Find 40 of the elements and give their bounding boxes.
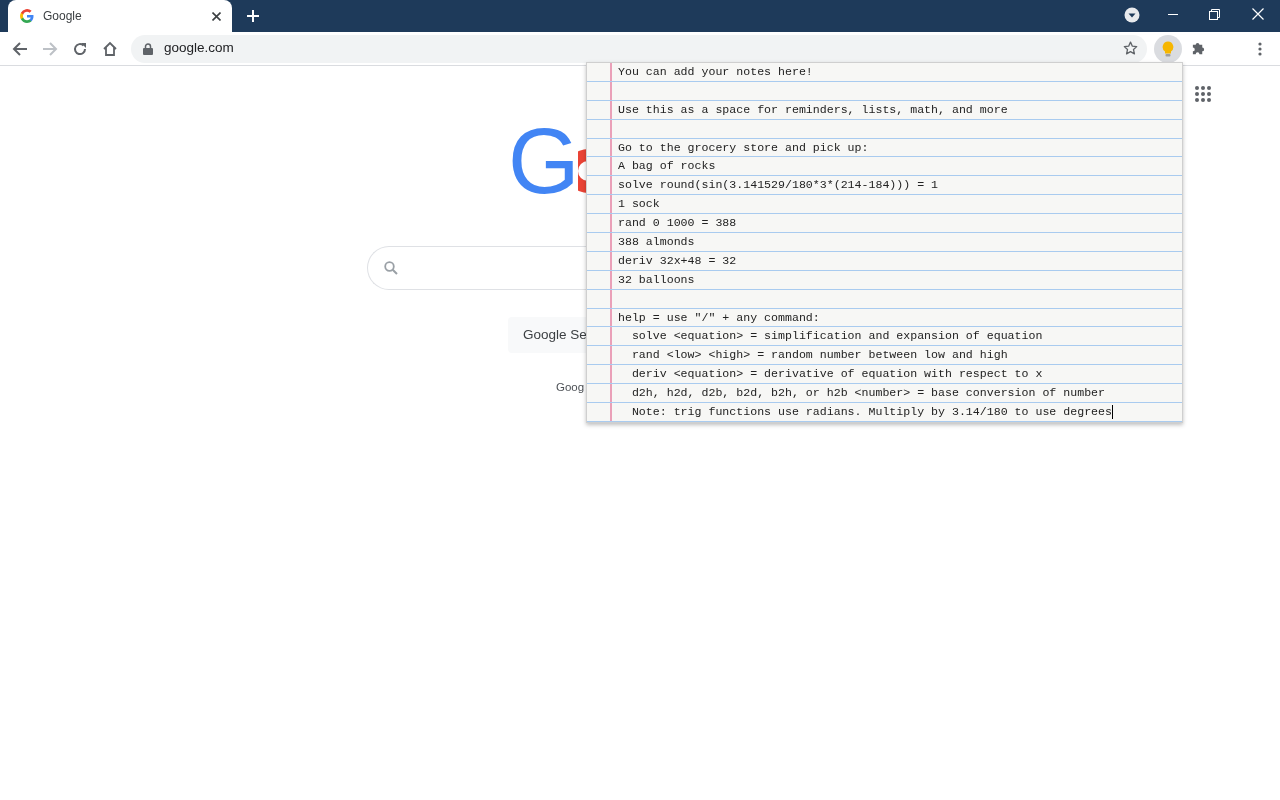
puzzle-icon xyxy=(1190,41,1206,56)
url-text: google.com xyxy=(164,39,234,58)
search-button[interactable]: Google Se xyxy=(508,317,586,353)
apps-grid-icon[interactable] xyxy=(1195,86,1211,102)
tab-title: Google xyxy=(43,8,82,25)
note-line: 388 almonds xyxy=(618,233,695,250)
star-icon[interactable] xyxy=(1123,41,1138,56)
search-icon xyxy=(384,261,398,275)
note-line: Go to the grocery store and pick up: xyxy=(618,139,869,156)
note-line: Note: trig functions use radians. Multiply by 3.14/180 to use degrees xyxy=(630,403,1112,420)
new-tab-button[interactable] xyxy=(244,7,262,25)
home-icon[interactable] xyxy=(102,40,118,57)
note-line: You can add your notes here! xyxy=(618,63,813,80)
google-g-icon xyxy=(20,9,34,23)
note-line: deriv <equation> = derivative of equation with respect to x xyxy=(630,366,1043,383)
plus-icon xyxy=(246,9,260,23)
note-line: Use this as a space for reminders, lists, math, and more xyxy=(618,101,1008,118)
close-tab-icon[interactable] xyxy=(212,11,221,21)
dropdown-icon[interactable] xyxy=(1124,7,1140,23)
reload-icon[interactable] xyxy=(72,40,88,57)
note-line: rand 0 1000 = 388 xyxy=(618,215,737,232)
lightbulb-icon xyxy=(1162,40,1174,57)
menu-icon[interactable] xyxy=(1258,41,1262,56)
note-line: solve round(sin(3.141529/180*3*(214-184))) = 1 xyxy=(618,177,939,194)
note-line: 1 sock xyxy=(618,196,660,213)
lock-icon xyxy=(143,42,153,55)
back-icon[interactable] xyxy=(12,40,28,57)
address-bar[interactable]: google.com xyxy=(131,34,1147,63)
note-line: d2h, h2d, d2b, b2d, b2h, or h2b <number> = base conversion of number xyxy=(630,385,1106,402)
logo-text: G xyxy=(508,121,578,201)
restore-icon[interactable] xyxy=(1209,9,1220,20)
note-line: rand <low> <high> = random number between low and high xyxy=(630,347,1008,364)
note-line: deriv 32x+48 = 32 xyxy=(618,252,737,269)
note-line: 32 balloons xyxy=(618,271,695,288)
language-text: Goog xyxy=(556,380,585,395)
close-icon[interactable] xyxy=(1252,8,1264,20)
note-line: solve <equation> = simplification and expansion of equation xyxy=(630,328,1043,345)
note-line: help = use "/" + any command: xyxy=(618,309,820,326)
note-line: A bag of rocks xyxy=(618,158,716,175)
browser-tab[interactable]: Google xyxy=(8,0,232,32)
